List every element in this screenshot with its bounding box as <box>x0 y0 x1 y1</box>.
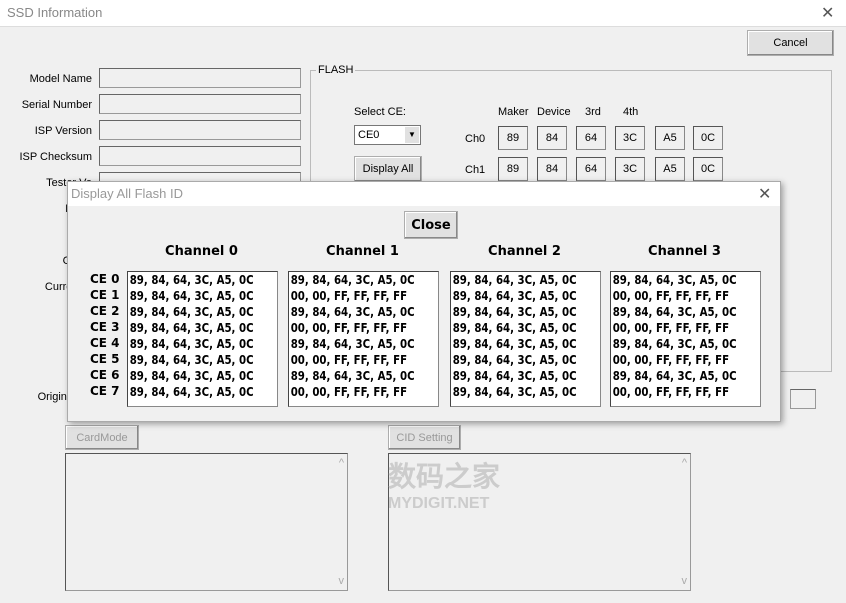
cancel-button[interactable]: Cancel <box>747 30 834 56</box>
scroll-up-icon[interactable]: ^ <box>682 457 687 469</box>
flash-id-line: 89, 84, 64, 3C, A5, 0C <box>129 273 254 287</box>
flash-id-box: 64 <box>576 157 606 181</box>
watermark-logo: 数码之家 MYDIGIT.NET <box>388 455 500 513</box>
flash-id-line: 00, 00, FF, FF, FF, FF <box>290 289 408 303</box>
dialog-title: Display All Flash ID <box>71 186 183 201</box>
close-button[interactable]: Close <box>404 211 458 239</box>
ce-label: CE 5 <box>90 352 120 366</box>
select-ce-dropdown[interactable]: CE0 ▼ <box>354 125 421 145</box>
dialog-close-icon[interactable]: ✕ <box>758 184 771 204</box>
flash-id-line: 89, 84, 64, 3C, A5, 0C <box>452 369 577 383</box>
flash-id-line: 00, 00, FF, FF, FF, FF <box>612 385 730 399</box>
flash-id-line: 89, 84, 64, 3C, A5, 0C <box>612 305 737 319</box>
flash-id-line: 89, 84, 64, 3C, A5, 0C <box>290 273 415 287</box>
flash-id-line: 89, 84, 64, 3C, A5, 0C <box>129 305 254 319</box>
select-ce-value: CE0 <box>358 129 380 141</box>
field-label: ISP Version <box>34 125 92 137</box>
field-label: Serial Number <box>21 99 92 111</box>
col-header: 4th <box>623 106 639 118</box>
flash-id-line: 89, 84, 64, 3C, A5, 0C <box>290 305 415 319</box>
ce-label: CE 1 <box>90 288 120 302</box>
flash-id-line: 89, 84, 64, 3C, A5, 0C <box>452 353 577 367</box>
flash-id-box: 3C <box>615 157 645 181</box>
ce-label: CE 6 <box>90 368 120 382</box>
ce-label: CE 0 <box>90 272 120 286</box>
flash-id-line: 89, 84, 64, 3C, A5, 0C <box>290 337 415 351</box>
info-field[interactable] <box>99 68 301 88</box>
original-field[interactable] <box>790 389 816 409</box>
scroll-down-icon[interactable]: v <box>339 575 345 587</box>
flash-id-line: 00, 00, FF, FF, FF, FF <box>290 385 408 399</box>
flash-id-line: 00, 00, FF, FF, FF, FF <box>290 321 408 335</box>
window-titlebar <box>0 0 846 27</box>
flash-id-line: 89, 84, 64, 3C, A5, 0C <box>129 385 254 399</box>
info-field[interactable] <box>99 146 301 166</box>
channel-id-list[interactable]: 89, 84, 64, 3C, A5, 0C 00, 00, FF, FF, FF… <box>610 271 761 407</box>
cardmode-textarea[interactable]: ^ v <box>65 453 348 591</box>
channel-label: Ch1 <box>465 164 486 176</box>
flash-id-line: 89, 84, 64, 3C, A5, 0C <box>452 385 577 399</box>
ce-label: CE 7 <box>90 384 120 398</box>
flash-id-line: 89, 84, 64, 3C, A5, 0C <box>129 337 254 351</box>
flash-id-line: 00, 00, FF, FF, FF, FF <box>612 353 730 367</box>
flash-id-line: 89, 84, 64, 3C, A5, 0C <box>290 369 415 383</box>
col-header: Maker <box>498 106 529 118</box>
flash-group-label: FLASH <box>316 64 356 76</box>
flash-id-box: 84 <box>537 157 567 181</box>
flash-id-line: 89, 84, 64, 3C, A5, 0C <box>452 273 577 287</box>
window-close-icon[interactable]: ✕ <box>821 3 834 23</box>
cid-setting-button[interactable]: CID Setting <box>388 425 461 450</box>
flash-id-line: 89, 84, 64, 3C, A5, 0C <box>452 289 577 303</box>
display-all-flash-id-dialog: Display All Flash ID ✕ Close CE 0 CE 1 CE … <box>67 181 781 422</box>
flash-id-line: 89, 84, 64, 3C, A5, 0C <box>612 337 737 351</box>
flash-id-box: 3C <box>615 126 645 150</box>
ce-label: CE 4 <box>90 336 120 350</box>
channel-header: Channel 1 <box>326 244 399 259</box>
flash-id-box: A5 <box>655 157 685 181</box>
ce-label: CE 3 <box>90 320 120 334</box>
flash-id-box: 0C <box>693 157 723 181</box>
flash-id-line: 89, 84, 64, 3C, A5, 0C <box>129 289 254 303</box>
cardmode-button[interactable]: CardMode <box>65 425 139 450</box>
watermark-cn: 数码之家 <box>388 461 501 492</box>
scroll-down-icon[interactable]: v <box>682 575 688 587</box>
flash-id-line: 89, 84, 64, 3C, A5, 0C <box>612 273 737 287</box>
flash-id-box: 64 <box>576 126 606 150</box>
window-title: SSD Information <box>7 5 103 20</box>
field-label: ISP Checksum <box>19 151 92 163</box>
info-field[interactable] <box>99 94 301 114</box>
display-all-button[interactable]: Display All <box>354 156 422 182</box>
chevron-down-icon[interactable]: ▼ <box>405 127 419 143</box>
channel-header: Channel 3 <box>648 244 721 259</box>
flash-id-line: 00, 00, FF, FF, FF, FF <box>612 321 730 335</box>
flash-id-box: 89 <box>498 126 528 150</box>
flash-id-line: 00, 00, FF, FF, FF, FF <box>612 289 730 303</box>
flash-id-line: 00, 00, FF, FF, FF, FF <box>290 353 408 367</box>
flash-id-line: 89, 84, 64, 3C, A5, 0C <box>129 369 254 383</box>
field-label: Model Name <box>29 73 92 85</box>
channel-id-list[interactable]: 89, 84, 64, 3C, A5, 0C 89, 84, 64, 3C, A5… <box>127 271 278 407</box>
channel-id-list[interactable]: 89, 84, 64, 3C, A5, 0C 89, 84, 64, 3C, A5… <box>450 271 601 407</box>
flash-id-box: 84 <box>537 126 567 150</box>
flash-id-line: 89, 84, 64, 3C, A5, 0C <box>129 321 254 335</box>
col-header: 3rd <box>585 106 601 118</box>
flash-id-line: 89, 84, 64, 3C, A5, 0C <box>452 321 577 335</box>
channel-header: Channel 0 <box>165 244 238 259</box>
scroll-up-icon[interactable]: ^ <box>339 457 344 469</box>
watermark-en: MYDIGIT.NET <box>388 495 490 512</box>
info-field[interactable] <box>99 120 301 140</box>
flash-id-line: 89, 84, 64, 3C, A5, 0C <box>452 305 577 319</box>
channel-label: Ch0 <box>465 133 486 145</box>
flash-id-box: 0C <box>693 126 723 150</box>
ce-label: CE 2 <box>90 304 120 318</box>
channel-header: Channel 2 <box>488 244 561 259</box>
flash-id-line: 89, 84, 64, 3C, A5, 0C <box>452 337 577 351</box>
flash-id-box: 89 <box>498 157 528 181</box>
flash-id-box: A5 <box>655 126 685 150</box>
flash-id-line: 89, 84, 64, 3C, A5, 0C <box>129 353 254 367</box>
flash-id-line: 89, 84, 64, 3C, A5, 0C <box>612 369 737 383</box>
select-ce-label: Select CE: <box>354 106 406 118</box>
col-header: Device <box>537 106 571 118</box>
channel-id-list[interactable]: 89, 84, 64, 3C, A5, 0C 00, 00, FF, FF, FF… <box>288 271 439 407</box>
